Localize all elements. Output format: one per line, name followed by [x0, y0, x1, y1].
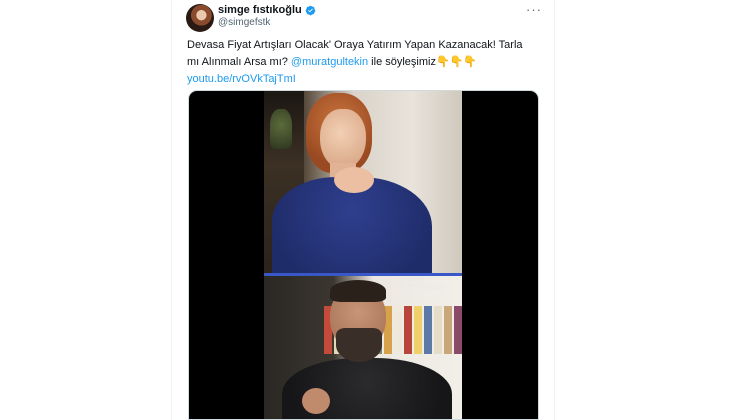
author-display-name[interactable]: simge fıstıkoğlu	[218, 4, 302, 17]
woman-face	[320, 109, 366, 169]
video-frame-woman	[264, 91, 462, 275]
video-frame-man: SIMGE FISTIKOGLU	[264, 276, 462, 419]
author-handle[interactable]: @simgefstk	[218, 17, 270, 29]
author-name-row[interactable]: simge fıstıkoğlu	[218, 4, 316, 17]
youtube-link[interactable]: youtu.be/rvOVkTajTmI	[187, 73, 296, 85]
man-beard	[336, 328, 382, 362]
more-horizontal-icon[interactable]: ···	[526, 3, 542, 16]
mention-link[interactable]: @muratgultekin	[291, 56, 368, 68]
video-watermark: SIMGE FISTIKOGLU	[400, 277, 447, 291]
tweet-text-continuation: ile söyleşimiz	[368, 56, 436, 68]
avatar[interactable]	[186, 4, 214, 32]
woman-hand	[334, 167, 374, 193]
plant-decor	[270, 109, 292, 149]
tweet-text: Devasa Fiyat Artışları Olacak' Oraya Yat…	[187, 37, 537, 88]
man-hair	[330, 280, 386, 302]
verified-badge-icon	[305, 5, 316, 16]
video-media[interactable]: SIMGE FISTIKOGLU	[188, 90, 539, 420]
man-hand	[302, 388, 330, 414]
pointing-down-emoji: 👇👇👇	[435, 56, 478, 68]
